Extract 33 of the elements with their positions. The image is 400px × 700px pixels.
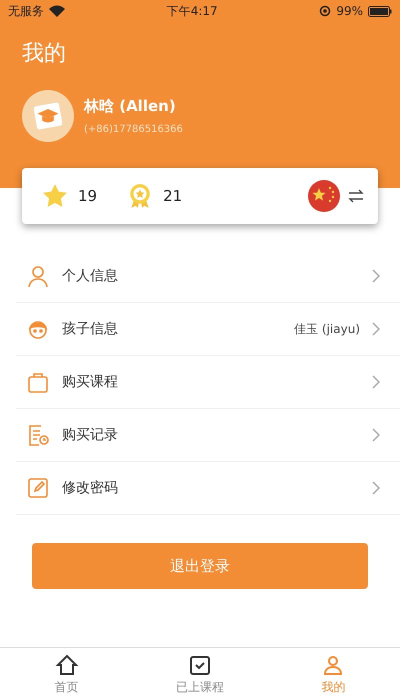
star-icon <box>42 183 68 209</box>
user-name: 林晗 (Allen) <box>84 97 177 116</box>
menu-item[interactable]: 个人信息 <box>16 250 400 303</box>
bag-icon <box>26 370 50 394</box>
chevron-right-icon <box>372 481 380 495</box>
person-icon <box>26 264 50 288</box>
wifi-icon <box>49 5 65 17</box>
menu-item[interactable]: 购买课程 <box>16 356 400 409</box>
tab[interactable]: 首页 <box>0 648 134 700</box>
swap-icon[interactable] <box>348 189 364 203</box>
stat-count: 19 <box>78 187 98 205</box>
child-name: 佳玉 (jiayu) <box>294 320 360 338</box>
stat-count: 21 <box>163 187 182 205</box>
carrier-text: 无服务 <box>8 2 44 20</box>
battery-text: 99% <box>336 4 363 18</box>
home-icon <box>54 652 79 676</box>
menu-item[interactable]: 孩子信息 佳玉 (jiayu) <box>16 303 400 356</box>
battery-icon <box>368 6 392 16</box>
phone-number: (+86)17786516366 <box>84 124 183 135</box>
edit-icon <box>26 476 50 500</box>
tab[interactable]: 已上课程 <box>133 648 267 700</box>
rotation-lock-icon <box>319 5 332 17</box>
time-text: 下午4:17 <box>166 2 218 20</box>
menu-item[interactable]: 购买记录 <box>16 409 400 462</box>
chevron-right-icon <box>372 428 380 442</box>
graduation-cap-icon <box>34 102 62 130</box>
chevron-right-icon <box>372 375 380 389</box>
chevron-right-icon <box>372 322 380 336</box>
receipt-clock-icon <box>26 423 50 447</box>
menu-item[interactable]: 修改密码 <box>16 462 400 515</box>
page-title: 我的 <box>22 40 67 68</box>
chevron-right-icon <box>372 269 380 283</box>
china-flag-icon[interactable] <box>308 180 340 212</box>
